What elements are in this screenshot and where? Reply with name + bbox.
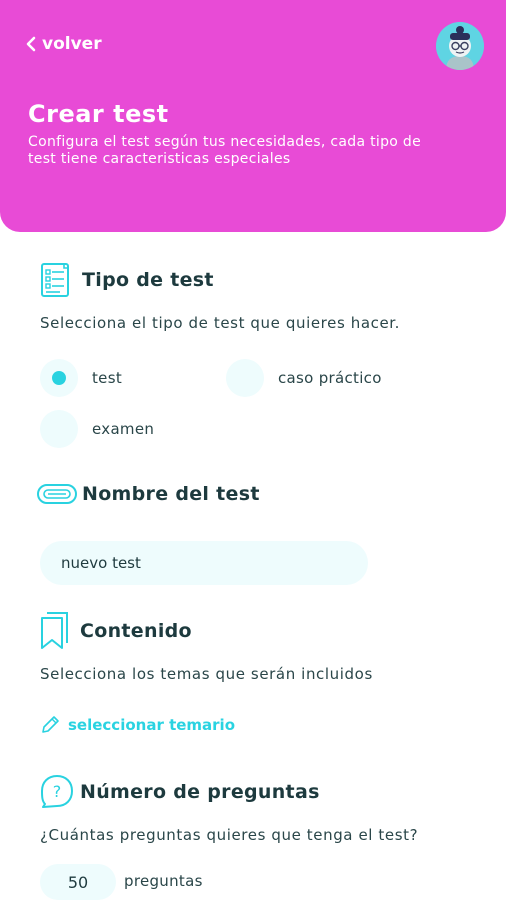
- radio-label: examen: [92, 420, 155, 438]
- section-nombre-title: Nombre del test: [82, 483, 260, 505]
- section-preguntas-title: Número de preguntas: [80, 781, 320, 803]
- radio-circle[interactable]: [40, 359, 78, 397]
- test-name-input[interactable]: [40, 541, 368, 585]
- section-preguntas-description: ¿Cuántas preguntas quieres que tenga el …: [40, 826, 419, 844]
- section-tipo-header: Tipo de test: [40, 262, 214, 298]
- question-bubble-icon: ?: [41, 775, 73, 808]
- radio-option-test[interactable]: test: [40, 359, 122, 397]
- pencil-icon: [42, 716, 59, 733]
- chevron-left-icon: [26, 36, 36, 52]
- page-subtitle: Configura el test según tus necesidades,…: [28, 134, 421, 167]
- avatar-icon: [436, 22, 484, 70]
- section-preguntas-header: ? Número de preguntas: [40, 774, 320, 810]
- section-contenido-description: Selecciona los temas que serán incluidos: [40, 665, 373, 683]
- section-contenido-title: Contenido: [80, 620, 192, 642]
- radio-label: caso práctico: [278, 369, 382, 387]
- select-syllabus-link[interactable]: seleccionar temario: [40, 715, 235, 735]
- section-tipo-title: Tipo de test: [82, 269, 214, 291]
- header: volver Crear test Configura el test segú…: [0, 0, 506, 232]
- back-label: volver: [42, 34, 102, 54]
- checklist-icon: [41, 263, 69, 297]
- radio-option-examen[interactable]: examen: [40, 410, 154, 448]
- bookmark-icon: [41, 612, 68, 649]
- page-title: Crear test: [28, 100, 169, 128]
- question-count-unit: preguntas: [124, 872, 203, 890]
- radio-circle[interactable]: [226, 359, 264, 397]
- question-count-input[interactable]: [40, 864, 116, 900]
- back-button[interactable]: volver: [24, 34, 102, 54]
- section-nombre-header: Nombre del test: [36, 480, 260, 508]
- avatar[interactable]: [436, 22, 484, 70]
- name-tag-icon: [37, 484, 77, 504]
- radio-circle[interactable]: [40, 410, 78, 448]
- select-syllabus-label: seleccionar temario: [68, 716, 236, 734]
- radio-option-caso-practico[interactable]: caso práctico: [226, 359, 382, 397]
- svg-text:?: ?: [53, 782, 62, 801]
- section-tipo-description: Selecciona el tipo de test que quieres h…: [40, 314, 401, 332]
- radio-selected-dot: [52, 371, 66, 385]
- radio-label: test: [92, 369, 123, 387]
- section-contenido-header: Contenido: [40, 611, 192, 651]
